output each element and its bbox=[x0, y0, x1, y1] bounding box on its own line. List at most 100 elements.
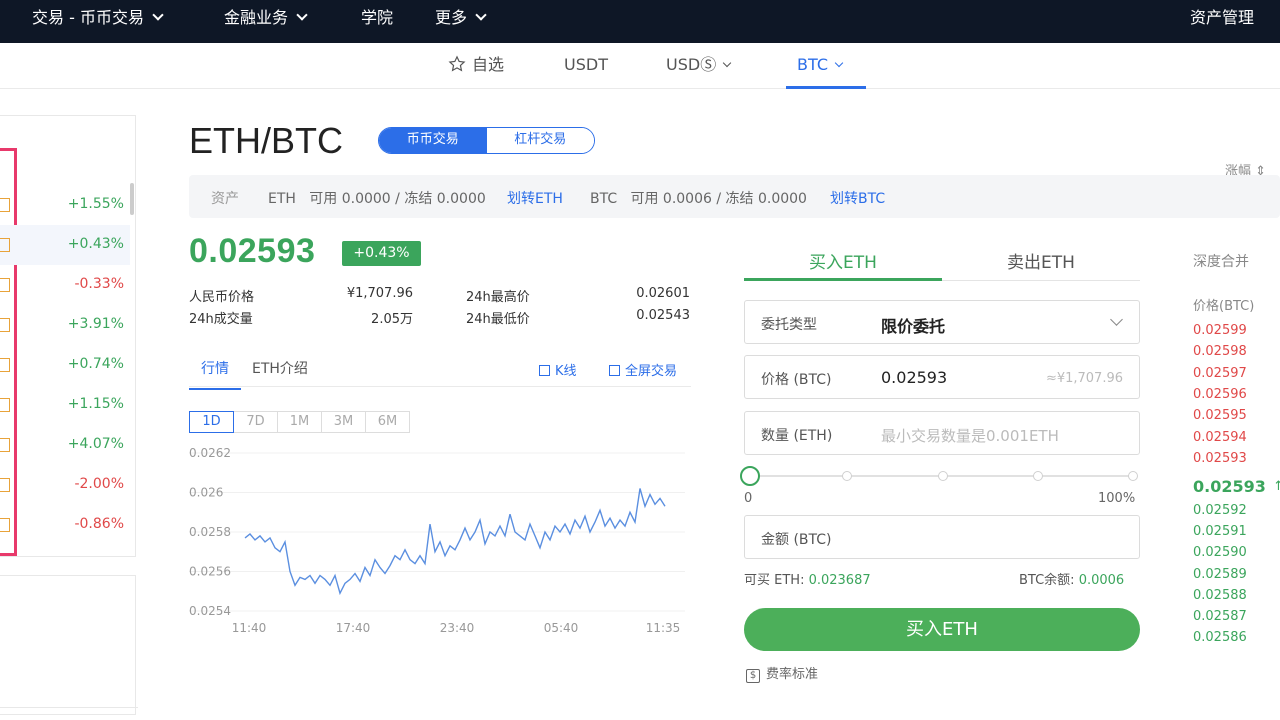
tab-market[interactable]: 行情 bbox=[189, 358, 241, 390]
range-1m[interactable]: 1M bbox=[277, 411, 322, 433]
bid-row[interactable]: 0.02590 bbox=[1193, 545, 1247, 560]
slider-handle[interactable] bbox=[740, 466, 760, 486]
list-item-change: +1.15% bbox=[67, 396, 124, 412]
ask-row[interactable]: 0.02595 bbox=[1193, 408, 1247, 423]
market-tabs: 自选 USDT USDⓈ BTC bbox=[0, 43, 1280, 89]
bid-row[interactable]: 0.02591 bbox=[1193, 524, 1247, 539]
last-price: 0.02593 bbox=[189, 232, 316, 270]
change-badge: +0.43% bbox=[342, 241, 421, 266]
ask-row[interactable]: 0.02596 bbox=[1193, 387, 1247, 402]
range-3m[interactable]: 3M bbox=[321, 411, 366, 433]
page-title: ETH/BTC bbox=[189, 120, 344, 161]
x-tick-label: 23:40 bbox=[440, 621, 475, 635]
slider-tick[interactable] bbox=[1033, 471, 1043, 481]
favorite-icon bbox=[0, 438, 10, 452]
depth-last-price: 0.02593 bbox=[1193, 477, 1266, 496]
cny-price-value: ¥1,707.96 bbox=[346, 286, 413, 301]
favorite-icon bbox=[0, 518, 10, 532]
nav-asset-label: 资产管理 bbox=[1190, 8, 1255, 27]
tab-favorites[interactable]: 自选 bbox=[448, 43, 504, 89]
list-item-change: +3.91% bbox=[67, 316, 124, 332]
ask-row[interactable]: 0.02597 bbox=[1193, 366, 1247, 381]
order-type-select[interactable]: 委托类型 限价委托 bbox=[744, 300, 1140, 344]
tab-favorites-label: 自选 bbox=[472, 55, 505, 74]
tab-buy[interactable]: 买入ETH bbox=[744, 248, 942, 281]
chart-tabs: 行情 ETH介绍 K线 全屏交易 bbox=[189, 352, 691, 390]
high-value: 0.02601 bbox=[636, 286, 690, 301]
amount-field[interactable]: 金额 (BTC) bbox=[744, 515, 1140, 559]
amount-field-label: 金额 (BTC) bbox=[761, 532, 832, 548]
ask-row[interactable]: 0.02599 bbox=[1193, 323, 1247, 338]
y-tick-label: 0.0256 bbox=[189, 565, 231, 579]
range-selector: 1D 7D 1M 3M 6M bbox=[189, 411, 410, 433]
can-buy-value: 0.023687 bbox=[808, 573, 871, 588]
list-scrollbar[interactable] bbox=[130, 183, 134, 215]
price-field-hint: ≈¥1,707.96 bbox=[1045, 371, 1123, 386]
list-item[interactable]: -0.33% bbox=[0, 265, 130, 305]
tab-sell[interactable]: 卖出ETH bbox=[942, 248, 1140, 281]
price-field-value: 0.02593 bbox=[881, 368, 948, 387]
btc-balance: BTC 可用 0.0006 / 冻结 0.0000 bbox=[590, 191, 807, 207]
fullscreen-button[interactable]: 全屏交易 bbox=[609, 360, 677, 379]
list-item[interactable]: +1.55% bbox=[0, 185, 130, 225]
slider-tick[interactable] bbox=[938, 471, 948, 481]
balance-value: 0.0006 bbox=[1078, 573, 1125, 588]
list-item[interactable]: +0.43% bbox=[0, 225, 130, 265]
fee-link[interactable]: $ 费率标准 bbox=[746, 663, 818, 683]
trade-mode-switch: 币币交易 杠杆交易 bbox=[378, 127, 595, 154]
list-item-change: +1.55% bbox=[67, 196, 124, 212]
kline-button[interactable]: K线 bbox=[539, 360, 577, 379]
favorite-icon bbox=[0, 238, 10, 252]
range-6m[interactable]: 6M bbox=[365, 411, 410, 433]
nav-academy-link[interactable]: 学院 bbox=[361, 0, 393, 43]
favorite-icon bbox=[0, 478, 10, 492]
price-series-line bbox=[244, 488, 666, 596]
transfer-eth-link[interactable]: 划转ETH bbox=[507, 188, 563, 208]
mode-margin-button[interactable]: 杠杆交易 bbox=[486, 128, 594, 153]
ask-row[interactable]: 0.02593 bbox=[1193, 451, 1247, 466]
list-item[interactable]: -2.00% bbox=[0, 465, 130, 505]
favorite-icon bbox=[0, 278, 10, 292]
slider-tick[interactable] bbox=[842, 471, 852, 481]
price-field[interactable]: 价格 (BTC) 0.02593 ≈¥1,707.96 bbox=[744, 355, 1140, 399]
x-tick-label: 05:40 bbox=[544, 621, 579, 635]
bid-row[interactable]: 0.02587 bbox=[1193, 609, 1247, 624]
ask-row[interactable]: 0.02594 bbox=[1193, 430, 1247, 445]
list-item[interactable]: +1.15% bbox=[0, 385, 130, 425]
bid-row[interactable]: 0.02589 bbox=[1193, 567, 1247, 582]
top-nav: 交易 - 币币交易 金融业务 学院 更多 资产管理 bbox=[0, 0, 1280, 43]
tab-usdt[interactable]: USDT bbox=[564, 43, 608, 89]
nav-trade-menu[interactable]: 交易 - 币币交易 bbox=[32, 0, 164, 43]
arrow-up-icon: ↑ bbox=[1273, 479, 1280, 494]
list-item[interactable]: -0.86% bbox=[0, 505, 130, 545]
price-chart[interactable]: 0.0262 0.026 0.0258 0.0256 0.025411:40 17:40 2… bbox=[185, 440, 695, 640]
volume-value: 2.05万 bbox=[371, 312, 413, 327]
ask-row[interactable]: 0.02598 bbox=[1193, 344, 1247, 359]
quantity-field-placeholder: 最小交易数量是0.001ETH bbox=[881, 427, 1059, 445]
range-1d[interactable]: 1D bbox=[189, 411, 234, 433]
mode-spot-button[interactable]: 币币交易 bbox=[379, 128, 487, 153]
buy-button[interactable]: 买入ETH bbox=[744, 608, 1140, 651]
transfer-btc-link[interactable]: 划转BTC bbox=[830, 188, 885, 208]
market-list-panel-lower bbox=[0, 575, 136, 715]
list-item[interactable]: +4.07% bbox=[0, 425, 130, 465]
list-item[interactable]: +3.91% bbox=[0, 305, 130, 345]
bid-row[interactable]: 0.02592 bbox=[1193, 503, 1247, 518]
bid-row[interactable]: 0.02586 bbox=[1193, 630, 1247, 645]
cny-price-label: 人民币价格 bbox=[189, 290, 255, 305]
quantity-field[interactable]: 数量 (ETH) 最小交易数量是0.001ETH bbox=[744, 411, 1140, 455]
chevron-down-icon bbox=[722, 58, 732, 68]
balance-label: BTC余额: bbox=[1019, 573, 1079, 588]
depth-merge-select[interactable]: 深度合并 bbox=[1193, 251, 1249, 271]
nav-asset-management[interactable]: 资产管理 bbox=[1190, 0, 1254, 43]
tab-btc[interactable]: BTC bbox=[786, 43, 866, 89]
slider-tick[interactable] bbox=[1128, 471, 1138, 481]
nav-finance-menu[interactable]: 金融业务 bbox=[224, 0, 308, 43]
nav-more-menu[interactable]: 更多 bbox=[435, 0, 487, 43]
bid-row[interactable]: 0.02588 bbox=[1193, 588, 1247, 603]
tab-eth-intro[interactable]: ETH介绍 bbox=[252, 358, 308, 378]
tab-usds[interactable]: USDⓈ bbox=[666, 43, 732, 89]
list-item[interactable]: +0.74% bbox=[0, 345, 130, 385]
chevron-down-icon bbox=[1110, 313, 1123, 326]
range-7d[interactable]: 7D bbox=[233, 411, 278, 433]
